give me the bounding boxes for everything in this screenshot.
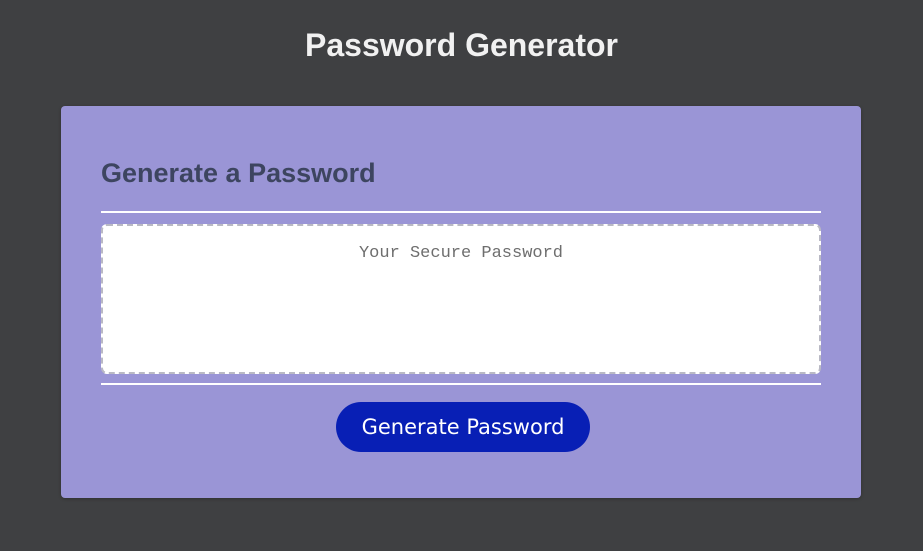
page-title: Password Generator xyxy=(305,27,618,63)
password-card: Generate a Password Generate Password xyxy=(61,106,861,498)
card-title: Generate a Password xyxy=(101,158,376,188)
card-divider-top xyxy=(101,211,821,213)
password-output[interactable] xyxy=(101,224,821,374)
card-divider-bottom xyxy=(101,383,821,385)
generate-password-button[interactable]: Generate Password xyxy=(336,402,590,452)
